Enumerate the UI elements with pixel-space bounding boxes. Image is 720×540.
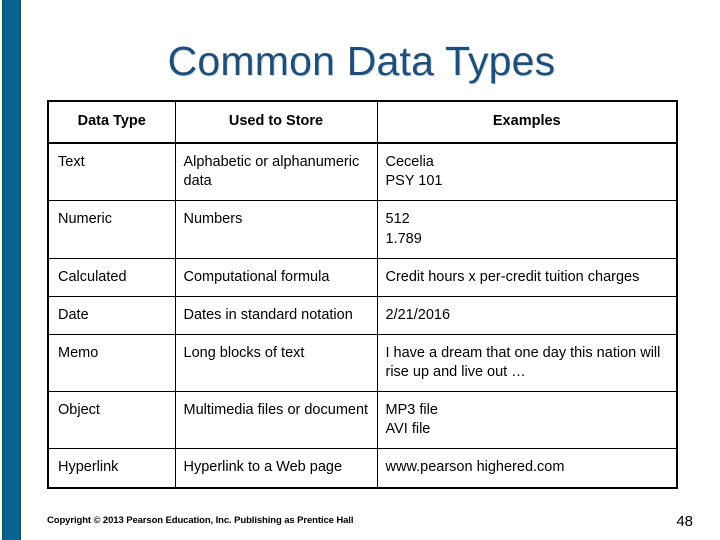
cell-examples: I have a dream that one day this nation … [376, 333, 678, 393]
cell-examples-line: 1.789 [385, 230, 422, 247]
cell-examples-line: 2/21/2016 [385, 306, 451, 323]
cell-examples-line: PSY 101 [385, 173, 443, 190]
cell-examples-line: I have a dream that one day this nation … [385, 344, 661, 380]
cell-used-to-store: Alphabetic or alphanumeric data [174, 142, 378, 202]
cell-examples-line: MP3 file [385, 402, 438, 419]
table-row: Object Multimedia files or document MP3 … [47, 391, 678, 450]
cell-data-type: Numeric [47, 200, 176, 259]
cell-examples-line: Credit hours x per-credit tuition charge… [385, 268, 640, 285]
common-data-types-table: Data Type Used to Store Examples Text Al… [47, 100, 678, 489]
table-row: Numeric Numbers 512 1.789 [47, 200, 678, 259]
cell-used-to-store: Computational formula [174, 257, 378, 297]
cell-data-type: Hyperlink [47, 448, 176, 488]
cell-examples: 512 1.789 [376, 200, 678, 259]
cell-used-to-store: Multimedia files or document [174, 391, 378, 450]
cell-examples-line: www.pearson highered.com [385, 459, 565, 476]
cell-data-type: Object [47, 391, 176, 450]
cell-used-to-store: Numbers [174, 200, 378, 259]
cell-examples: Credit hours x per-credit tuition charge… [376, 257, 678, 297]
cell-examples-line: Cecelia [385, 154, 434, 171]
table-row: Date Dates in standard notation 2/21/201… [47, 295, 678, 335]
table-header-row: Data Type Used to Store Examples [47, 100, 678, 145]
cell-data-type: Date [47, 295, 176, 335]
table-row: Hyperlink Hyperlink to a Web page www.pe… [47, 448, 678, 488]
column-header-used-to-store: Used to Store [174, 100, 378, 145]
cell-data-type: Calculated [47, 257, 176, 297]
cell-data-type: Text [47, 142, 176, 202]
page-title: Common Data Types [167, 38, 556, 84]
cell-used-to-store: Hyperlink to a Web page [174, 448, 378, 488]
column-header-examples: Examples [376, 100, 678, 145]
left-accent-bar [2, 0, 21, 540]
cell-examples: MP3 file AVI file [376, 391, 678, 450]
cell-examples: 2/21/2016 [376, 295, 678, 335]
table-row: Text Alphabetic or alphanumeric data Cec… [47, 142, 678, 202]
cell-examples: www.pearson highered.com [376, 448, 678, 488]
table-row: Calculated Computational formula Credit … [47, 257, 678, 297]
table-row: Memo Long blocks of text I have a dream … [47, 333, 678, 393]
cell-examples-line: AVI file [385, 421, 431, 438]
cell-used-to-store: Dates in standard notation [174, 295, 378, 335]
column-header-data-type: Data Type [47, 100, 176, 145]
footer-copyright: Copyright © 2013 Pearson Education, Inc.… [47, 515, 354, 526]
slide-number: 48 [676, 513, 693, 530]
cell-examples: Cecelia PSY 101 [376, 142, 678, 202]
cell-examples-line: 512 [385, 211, 410, 228]
cell-used-to-store: Long blocks of text [174, 333, 378, 393]
cell-data-type: Memo [47, 333, 176, 393]
